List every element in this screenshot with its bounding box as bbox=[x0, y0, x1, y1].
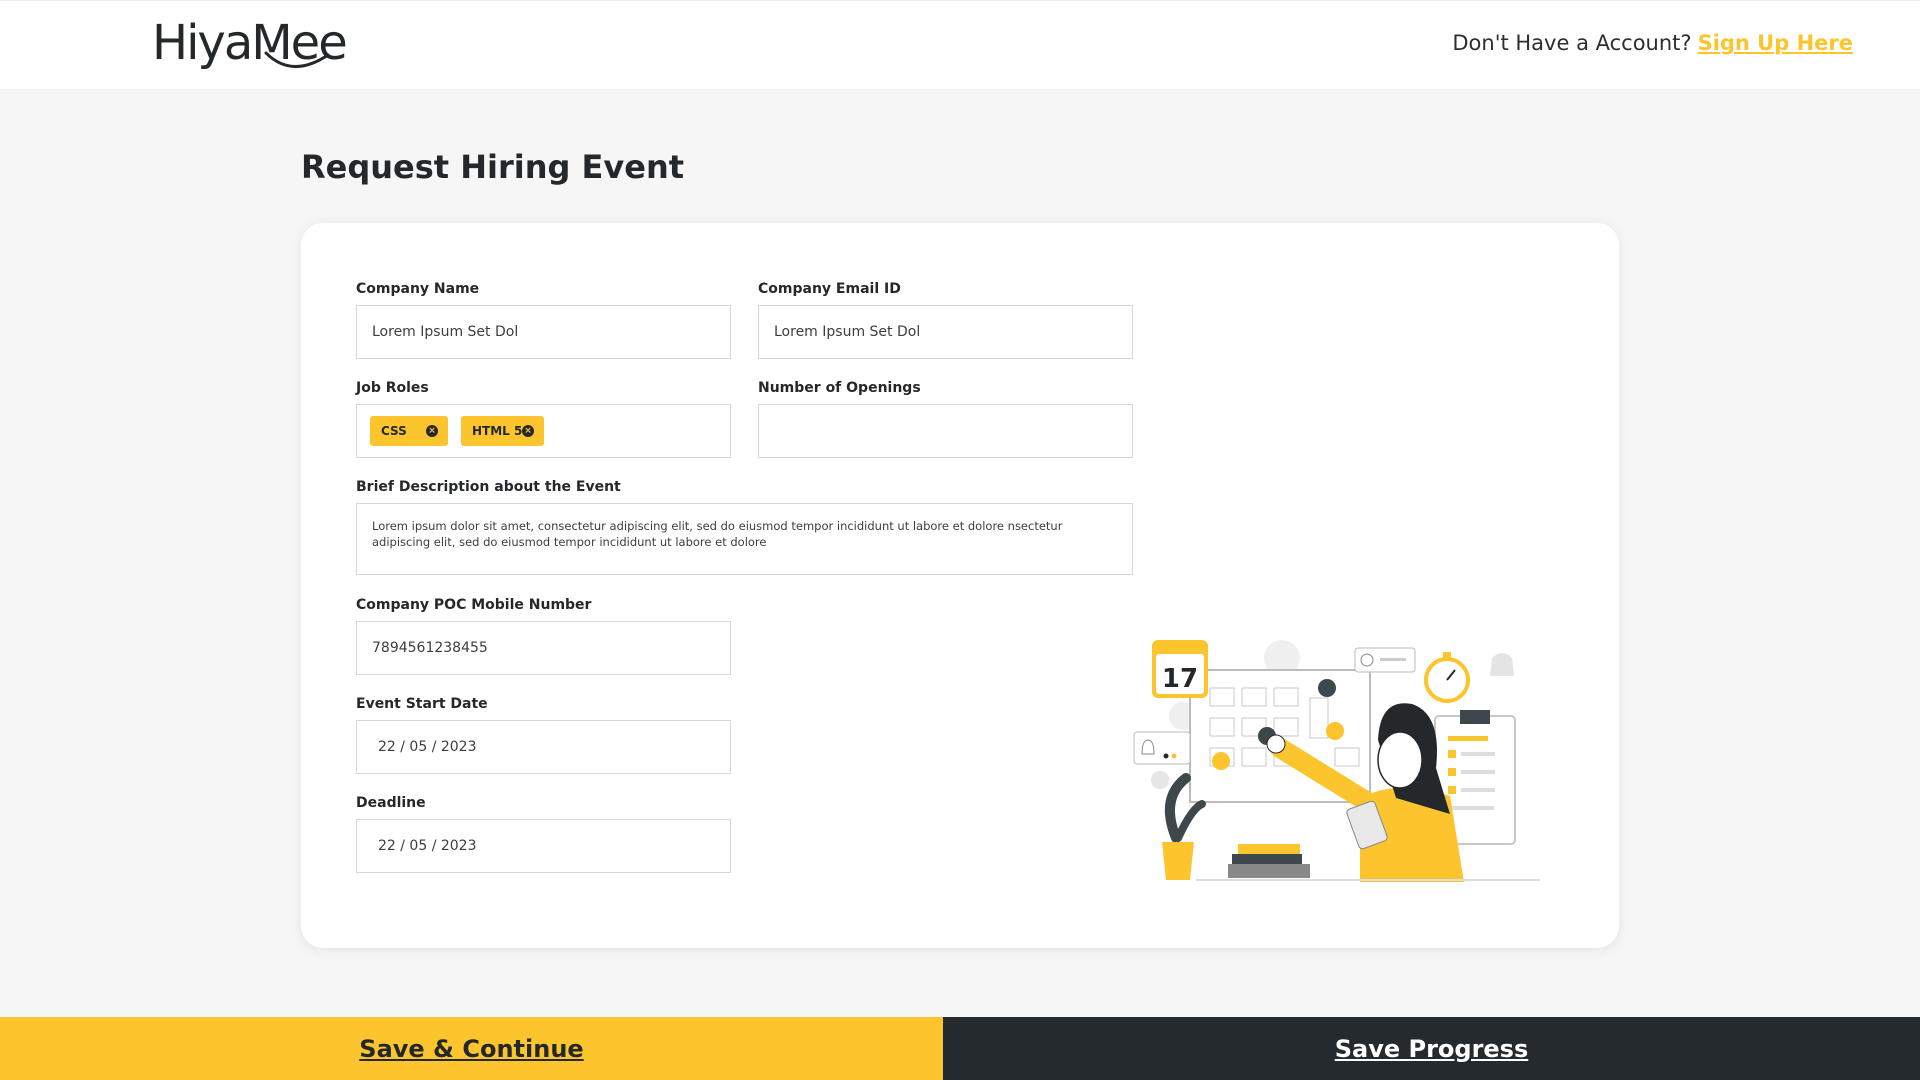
save-continue-button[interactable]: Save & Continue bbox=[0, 1017, 943, 1080]
job-role-chip-label: HTML 5 bbox=[472, 424, 523, 438]
remove-chip-icon[interactable]: × bbox=[426, 425, 438, 437]
page-title: Request Hiring Event bbox=[301, 148, 685, 186]
poc-mobile-label: Company POC Mobile Number bbox=[356, 597, 592, 613]
deadline-input[interactable]: 22 / 05 / 2023 bbox=[356, 819, 731, 873]
poc-mobile-input[interactable]: 7894561238455 bbox=[356, 621, 731, 675]
description-label: Brief Description about the Event bbox=[356, 479, 621, 495]
woman-calendar-illustration: 17 bbox=[1133, 640, 1540, 882]
company-email-input[interactable]: Lorem Ipsum Set Dol bbox=[758, 305, 1133, 359]
start-date-label: Event Start Date bbox=[356, 696, 488, 712]
job-role-chip[interactable]: HTML 5 × bbox=[461, 416, 544, 446]
save-progress-label: Save Progress bbox=[1334, 1034, 1529, 1063]
openings-input[interactable] bbox=[758, 404, 1133, 458]
deadline-label: Deadline bbox=[356, 795, 426, 811]
company-name-input[interactable]: Lorem Ipsum Set Dol bbox=[356, 305, 731, 359]
sign-up-link[interactable]: Sign Up Here bbox=[1698, 31, 1853, 55]
top-header: HiyaMee Don't Have a Account? Sign Up Her… bbox=[0, 0, 1920, 89]
job-role-chip-label: CSS bbox=[381, 424, 407, 438]
calendar-day: 17 bbox=[1162, 664, 1198, 694]
save-progress-button[interactable]: Save Progress bbox=[943, 1017, 1920, 1080]
openings-label: Number of Openings bbox=[758, 380, 921, 396]
job-role-chip[interactable]: CSS × bbox=[370, 416, 448, 446]
company-email-label: Company Email ID bbox=[758, 281, 901, 297]
save-continue-label: Save & Continue bbox=[359, 1034, 584, 1063]
start-date-input[interactable]: 22 / 05 / 2023 bbox=[356, 720, 731, 774]
logo-smile-icon bbox=[264, 51, 330, 68]
job-roles-input[interactable]: CSS × HTML 5 × bbox=[356, 404, 731, 458]
description-textarea[interactable]: Lorem ipsum dolor sit amet, consectetur … bbox=[356, 503, 1133, 575]
account-prompt-text: Don't Have a Account? bbox=[1452, 31, 1692, 55]
company-name-label: Company Name bbox=[356, 281, 480, 297]
account-prompt: Don't Have a Account? Sign Up Here bbox=[1452, 31, 1853, 55]
remove-chip-icon[interactable]: × bbox=[522, 425, 534, 437]
job-roles-label: Job Roles bbox=[356, 380, 429, 396]
